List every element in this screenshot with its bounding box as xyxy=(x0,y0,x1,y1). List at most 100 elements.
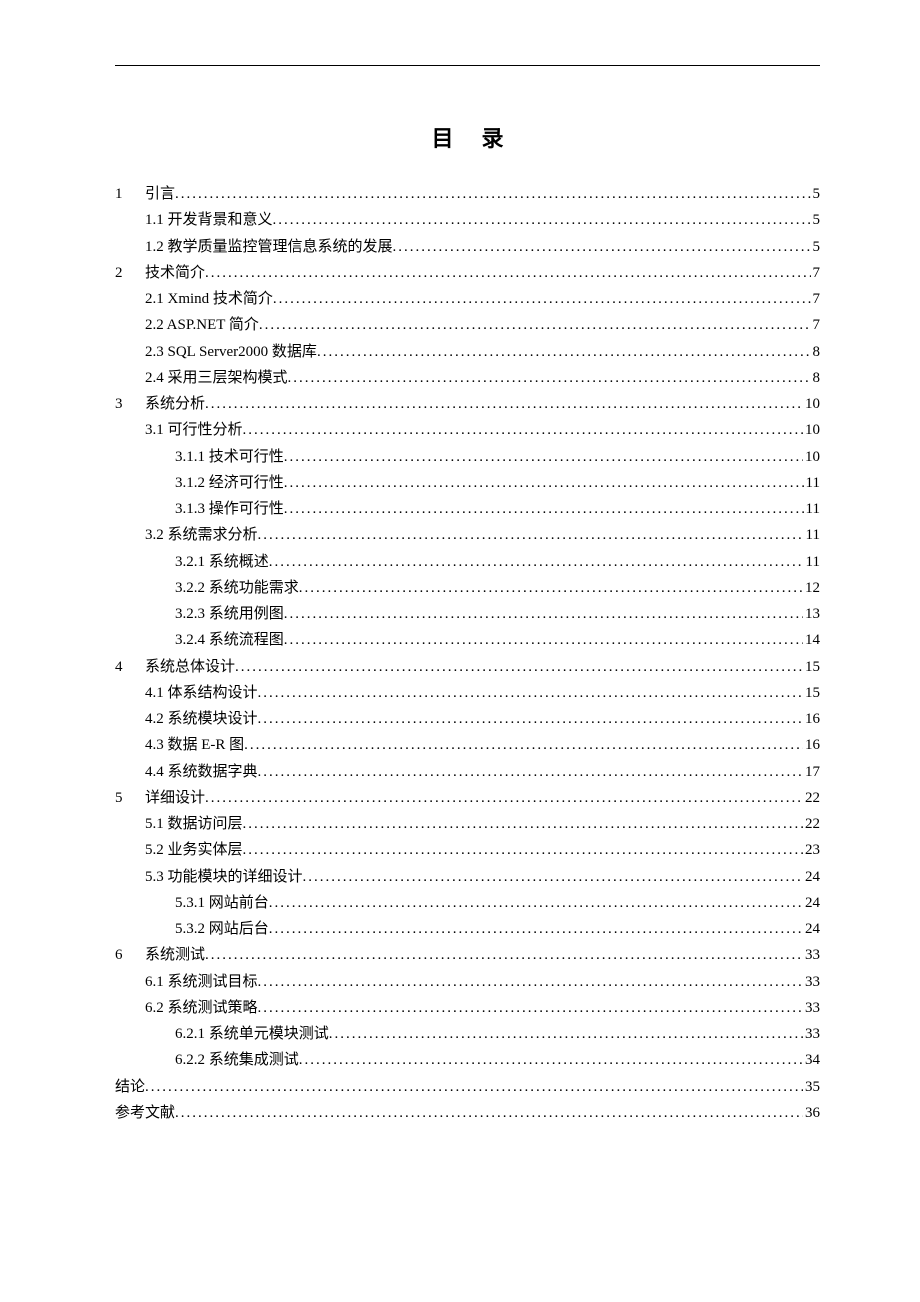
toc-entry-label: 6.2.2 系统集成测试 xyxy=(175,1047,299,1073)
toc-leader-dots xyxy=(269,549,804,575)
toc-entry-label: 4.4 系统数据字典 xyxy=(145,759,258,785)
toc-entry-page: 11 xyxy=(804,470,820,496)
toc-entry[interactable]: 4.1 体系结构设计15 xyxy=(115,680,820,706)
toc-entry[interactable]: 3.2.1 系统概述11 xyxy=(115,549,820,575)
toc-entry-label: 3.2.2 系统功能需求 xyxy=(175,575,299,601)
toc-entry[interactable]: 2.3 SQL Server2000 数据库 8 xyxy=(115,339,820,365)
toc-leader-dots xyxy=(244,732,803,758)
toc-entry[interactable]: 结论35 xyxy=(115,1074,820,1100)
toc-entry-label: 4.1 体系结构设计 xyxy=(145,680,258,706)
toc-entry[interactable]: 4.3 数据 E-R 图16 xyxy=(115,732,820,758)
toc-entry-label: 系统总体设计 xyxy=(145,654,235,680)
toc-entry-label: 3.2 系统需求分析 xyxy=(145,522,258,548)
toc-entry-page: 8 xyxy=(811,365,821,391)
toc-entry[interactable]: 3.1.2 经济可行性11 xyxy=(115,470,820,496)
toc-entry-page: 5 xyxy=(811,181,821,207)
toc-entry[interactable]: 2技术简介7 xyxy=(115,260,820,286)
toc-entry[interactable]: 6.1 系统测试目标 33 xyxy=(115,969,820,995)
toc-entry[interactable]: 3.1.1 技术可行性10 xyxy=(115,444,820,470)
toc-entry[interactable]: 4.4 系统数据字典 17 xyxy=(115,759,820,785)
toc-entry-page: 7 xyxy=(811,286,821,312)
toc-entry-label: 6.2 系统测试策略 xyxy=(145,995,258,1021)
toc-entry-page: 16 xyxy=(803,706,820,732)
toc-entry[interactable]: 3.2.4 系统流程图14 xyxy=(115,627,820,653)
toc-leader-dots xyxy=(205,391,803,417)
toc-entry-page: 24 xyxy=(803,916,820,942)
toc-entry[interactable]: 5详细设计22 xyxy=(115,785,820,811)
toc-leader-dots xyxy=(299,1047,803,1073)
toc-entry[interactable]: 3.2.2 系统功能需求12 xyxy=(115,575,820,601)
table-of-contents: 1引言51.1 开发背景和意义51.2 教学质量监控管理信息系统的发展52技术简… xyxy=(115,181,820,1126)
toc-entry[interactable]: 5.3 功能模块的详细设计24 xyxy=(115,864,820,890)
toc-entry[interactable]: 6.2.2 系统集成测试34 xyxy=(115,1047,820,1073)
toc-entry[interactable]: 3系统分析10 xyxy=(115,391,820,417)
toc-entry-label: 系统分析 xyxy=(145,391,205,417)
toc-leader-dots xyxy=(243,417,803,443)
toc-leader-dots xyxy=(303,864,803,890)
toc-leader-dots xyxy=(258,995,803,1021)
toc-entry[interactable]: 2.4 采用三层架构模式 8 xyxy=(115,365,820,391)
toc-leader-dots xyxy=(258,706,803,732)
toc-entry[interactable]: 3.1.3 操作可行性11 xyxy=(115,496,820,522)
toc-leader-dots xyxy=(299,575,803,601)
toc-entry-page: 10 xyxy=(803,417,820,443)
toc-entry[interactable]: 6.2.1 系统单元模块测试 33 xyxy=(115,1021,820,1047)
toc-entry-page: 10 xyxy=(803,444,820,470)
toc-entry-page: 11 xyxy=(804,496,820,522)
toc-leader-dots xyxy=(205,942,803,968)
toc-leader-dots xyxy=(284,627,803,653)
toc-entry-page: 33 xyxy=(803,1021,820,1047)
toc-entry-label: 1.1 开发背景和意义 xyxy=(145,207,273,233)
toc-entry-page: 8 xyxy=(811,339,821,365)
toc-entry-page: 17 xyxy=(803,759,820,785)
toc-entry-page: 5 xyxy=(811,207,821,233)
toc-entry-label: 2.2 ASP.NET 简介 xyxy=(145,312,259,338)
toc-entry[interactable]: 4系统总体设计15 xyxy=(115,654,820,680)
toc-entry[interactable]: 4.2 系统模块设计16 xyxy=(115,706,820,732)
toc-entry-page: 22 xyxy=(803,811,820,837)
toc-entry[interactable]: 参考文献36 xyxy=(115,1100,820,1126)
toc-entry-page: 7 xyxy=(811,312,821,338)
toc-leader-dots xyxy=(258,969,803,995)
toc-entry-page: 33 xyxy=(803,942,820,968)
toc-entry[interactable]: 5.3.1 网站前台24 xyxy=(115,890,820,916)
toc-entry-number: 6 xyxy=(115,942,145,968)
toc-entry-label: 2.4 采用三层架构模式 xyxy=(145,365,288,391)
toc-entry-page: 33 xyxy=(803,995,820,1021)
toc-entry[interactable]: 6系统测试 33 xyxy=(115,942,820,968)
toc-entry-page: 24 xyxy=(803,864,820,890)
toc-entry-label: 引言 xyxy=(145,181,175,207)
toc-entry-label: 5.2 业务实体层 xyxy=(145,837,243,863)
toc-entry[interactable]: 3.2.3 系统用例图13 xyxy=(115,601,820,627)
toc-entry-label: 6.1 系统测试目标 xyxy=(145,969,258,995)
toc-entry[interactable]: 1引言5 xyxy=(115,181,820,207)
toc-entry-page: 5 xyxy=(811,234,821,260)
toc-entry[interactable]: 2.2 ASP.NET 简介 7 xyxy=(115,312,820,338)
toc-leader-dots xyxy=(243,837,803,863)
top-rule xyxy=(115,65,820,66)
toc-entry-label: 3.2.1 系统概述 xyxy=(175,549,269,575)
toc-leader-dots xyxy=(284,444,803,470)
toc-entry-label: 系统测试 xyxy=(145,942,205,968)
toc-leader-dots xyxy=(284,470,804,496)
toc-entry-label: 3.2.3 系统用例图 xyxy=(175,601,284,627)
toc-entry[interactable]: 3.2 系统需求分析11 xyxy=(115,522,820,548)
toc-leader-dots xyxy=(284,496,804,522)
toc-title: 目录 xyxy=(115,121,820,153)
document-page: 目录 1引言51.1 开发背景和意义51.2 教学质量监控管理信息系统的发展52… xyxy=(0,65,920,1126)
toc-entry-page: 33 xyxy=(803,969,820,995)
toc-entry[interactable]: 5.2 业务实体层23 xyxy=(115,837,820,863)
toc-entry-label: 2.3 SQL Server2000 数据库 xyxy=(145,339,317,365)
toc-entry-label: 3.2.4 系统流程图 xyxy=(175,627,284,653)
toc-entry-label: 6.2.1 系统单元模块测试 xyxy=(175,1021,329,1047)
toc-entry-label: 5.1 数据访问层 xyxy=(145,811,243,837)
toc-entry[interactable]: 1.2 教学质量监控管理信息系统的发展5 xyxy=(115,234,820,260)
toc-leader-dots xyxy=(175,1100,803,1126)
toc-entry[interactable]: 3.1 可行性分析10 xyxy=(115,417,820,443)
toc-entry[interactable]: 5.3.2 网站后台24 xyxy=(115,916,820,942)
toc-entry[interactable]: 2.1 Xmind 技术简介7 xyxy=(115,286,820,312)
toc-entry[interactable]: 6.2 系统测试策略 33 xyxy=(115,995,820,1021)
toc-leader-dots xyxy=(243,811,803,837)
toc-entry[interactable]: 5.1 数据访问层 22 xyxy=(115,811,820,837)
toc-entry[interactable]: 1.1 开发背景和意义 5 xyxy=(115,207,820,233)
